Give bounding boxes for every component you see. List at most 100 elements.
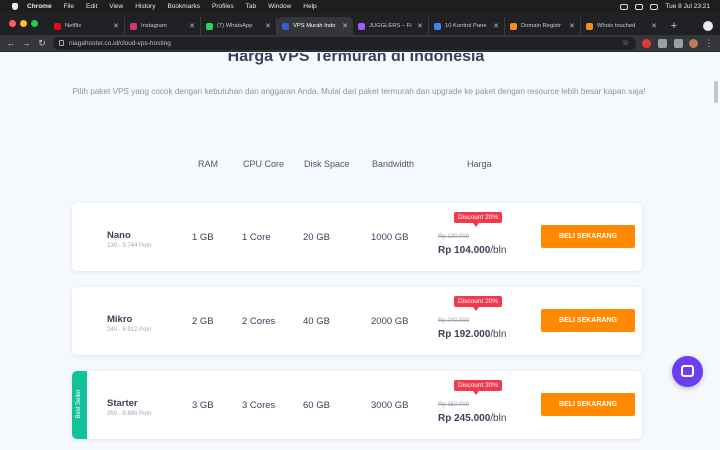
buy-now-button-nano[interactable]: BELI SEKARANG [541, 225, 635, 248]
plan-ram: 1 GB [192, 232, 214, 243]
menu-history[interactable]: History [135, 3, 155, 10]
price-amount: Rp 192.000 [438, 329, 491, 340]
close-tab-icon[interactable]: ✕ [340, 22, 350, 30]
tab-whois[interactable]: Whois touched ✕ [581, 17, 662, 35]
tab-instagram[interactable]: Instagram ✕ [125, 17, 201, 35]
column-header-ram: RAM [198, 159, 218, 169]
extension-icon[interactable] [642, 39, 651, 48]
discount-badge: Discount 20% [454, 212, 503, 227]
control-center-icon[interactable] [650, 3, 659, 10]
menu-chrome[interactable]: Chrome [27, 3, 52, 10]
original-price: Rp 130.000 [438, 234, 470, 240]
apple-icon[interactable] [12, 3, 18, 10]
plan-name: Starter [107, 398, 138, 409]
plan-points: 350 - 9.880 Poin [107, 411, 152, 417]
wifi-icon[interactable] [635, 3, 644, 10]
bookmark-star-icon[interactable]: ☆ [622, 38, 629, 47]
profile-avatar[interactable] [689, 39, 698, 48]
tab-vps-murah[interactable]: VPS Murah Indo ✕ [277, 17, 353, 35]
window-controls [9, 20, 38, 27]
tab-title: (7) WhatsApp [217, 23, 253, 29]
plan-cpu: 1 Core [242, 232, 271, 243]
tab-jugglers[interactable]: JUGGLERS – Fi ✕ [353, 17, 429, 35]
extensions-puzzle-icon[interactable] [674, 39, 683, 48]
extension-icon[interactable] [658, 39, 667, 48]
original-price: Rp 350.000 [438, 402, 470, 408]
menu-edit[interactable]: Edit [86, 3, 97, 10]
plan-name: Mikro [107, 314, 133, 325]
browser-toolbar: ← → ↻ niagahoster.co.id/cloud-vps-hostin… [0, 35, 720, 52]
reload-icon[interactable]: ↻ [36, 37, 48, 49]
close-tab-icon[interactable]: ✕ [187, 22, 197, 30]
chat-bubble-icon [681, 365, 694, 377]
url-text[interactable]: niagahoster.co.id/cloud-vps-hosting [69, 39, 171, 48]
google-icon [434, 22, 441, 30]
buy-now-button-mikro[interactable]: BELI SEKARANG [541, 309, 635, 332]
close-tab-icon[interactable]: ✕ [415, 22, 425, 30]
close-tab-icon[interactable]: ✕ [263, 22, 273, 30]
zoom-window-button[interactable] [31, 20, 38, 27]
whois-site-icon [586, 22, 593, 30]
plan-bandwidth: 3000 GB [371, 400, 409, 411]
more-menu-icon[interactable]: ⋮ [703, 37, 715, 49]
close-tab-icon[interactable]: ✕ [649, 22, 659, 30]
tab-search-button[interactable] [703, 21, 713, 31]
discount-badge: Discount 30% [454, 380, 503, 395]
battery-icon[interactable] [620, 3, 629, 10]
original-price: Rp 240.000 [438, 318, 470, 324]
discount-badge: Discount 20% [454, 296, 503, 311]
tab-title: Instagram [141, 23, 167, 29]
best-seller-ribbon: Best Seller [72, 371, 87, 439]
page-title: Harga VPS Termurah di Indonesia [227, 53, 485, 65]
page-content: Harga VPS Termurah di Indonesia Pilih pa… [0, 53, 720, 450]
plan-cpu: 3 Cores [242, 400, 276, 411]
close-tab-icon[interactable]: ✕ [111, 22, 121, 30]
lock-icon[interactable] [59, 40, 64, 46]
tab-title: JUGGLERS – Fi [369, 23, 412, 29]
menu-profiles[interactable]: Profiles [212, 3, 234, 10]
back-icon[interactable]: ← [5, 37, 17, 49]
price-unit: /bln [490, 413, 507, 424]
plan-bandwidth: 2000 GB [371, 316, 409, 327]
menu-window[interactable]: Window [268, 3, 291, 10]
price-amount: Rp 245.000 [438, 413, 491, 424]
plan-disk: 20 GB [303, 232, 330, 243]
live-chat-button[interactable] [672, 356, 703, 387]
tab-title: Domain Registr [521, 23, 561, 29]
menu-tab[interactable]: Tab [246, 3, 256, 10]
plan-card-starter: Best Seller Starter 350 - 9.880 Poin 3 G… [72, 371, 642, 439]
page-scrollbar[interactable] [714, 81, 718, 103]
menu-view[interactable]: View [109, 3, 123, 10]
minimize-window-button[interactable] [20, 20, 27, 27]
plan-price: Rp 192.000/bln [438, 329, 506, 340]
column-header-price: Harga [467, 159, 492, 169]
niagahoster-icon [282, 22, 289, 30]
close-window-button[interactable] [9, 20, 16, 27]
close-tab-icon[interactable]: ✕ [567, 22, 577, 30]
tab-domain-registration[interactable]: Domain Registr ✕ [505, 17, 581, 35]
macos-menu-bar: Chrome File Edit View History Bookmarks … [0, 0, 720, 13]
menu-help[interactable]: Help [303, 3, 316, 10]
forward-icon[interactable]: → [20, 37, 32, 49]
address-bar[interactable]: niagahoster.co.id/cloud-vps-hosting ☆ [53, 37, 636, 50]
tab-whatsapp[interactable]: (7) WhatsApp ✕ [201, 17, 277, 35]
netflix-icon [54, 22, 61, 30]
menu-file[interactable]: File [64, 3, 74, 10]
tab-netflix[interactable]: Netflix ✕ [49, 17, 125, 35]
price-unit: /bln [490, 245, 507, 256]
new-tab-button[interactable]: + [667, 19, 681, 33]
tab-kontrol-panel[interactable]: 10 Kontrol Pane ✕ [429, 17, 505, 35]
menu-bookmarks[interactable]: Bookmarks [167, 3, 200, 10]
whatsapp-icon [206, 22, 213, 30]
price-amount: Rp 104.000 [438, 245, 491, 256]
page-subtitle: Pilih paket VPS yang cocok dengan kebutu… [72, 87, 646, 96]
figma-icon [358, 22, 365, 30]
plan-disk: 40 GB [303, 316, 330, 327]
plan-points: 130 - 3.744 Poin [107, 243, 152, 249]
close-tab-icon[interactable]: ✕ [491, 22, 501, 30]
tab-title: VPS Murah Indo [293, 23, 336, 29]
menubar-clock[interactable]: Tue 8 Jul 23:21 [665, 3, 710, 10]
buy-now-button-starter[interactable]: BELI SEKARANG [541, 393, 635, 416]
instagram-icon [130, 22, 137, 30]
plan-price: Rp 104.000/bln [438, 245, 506, 256]
